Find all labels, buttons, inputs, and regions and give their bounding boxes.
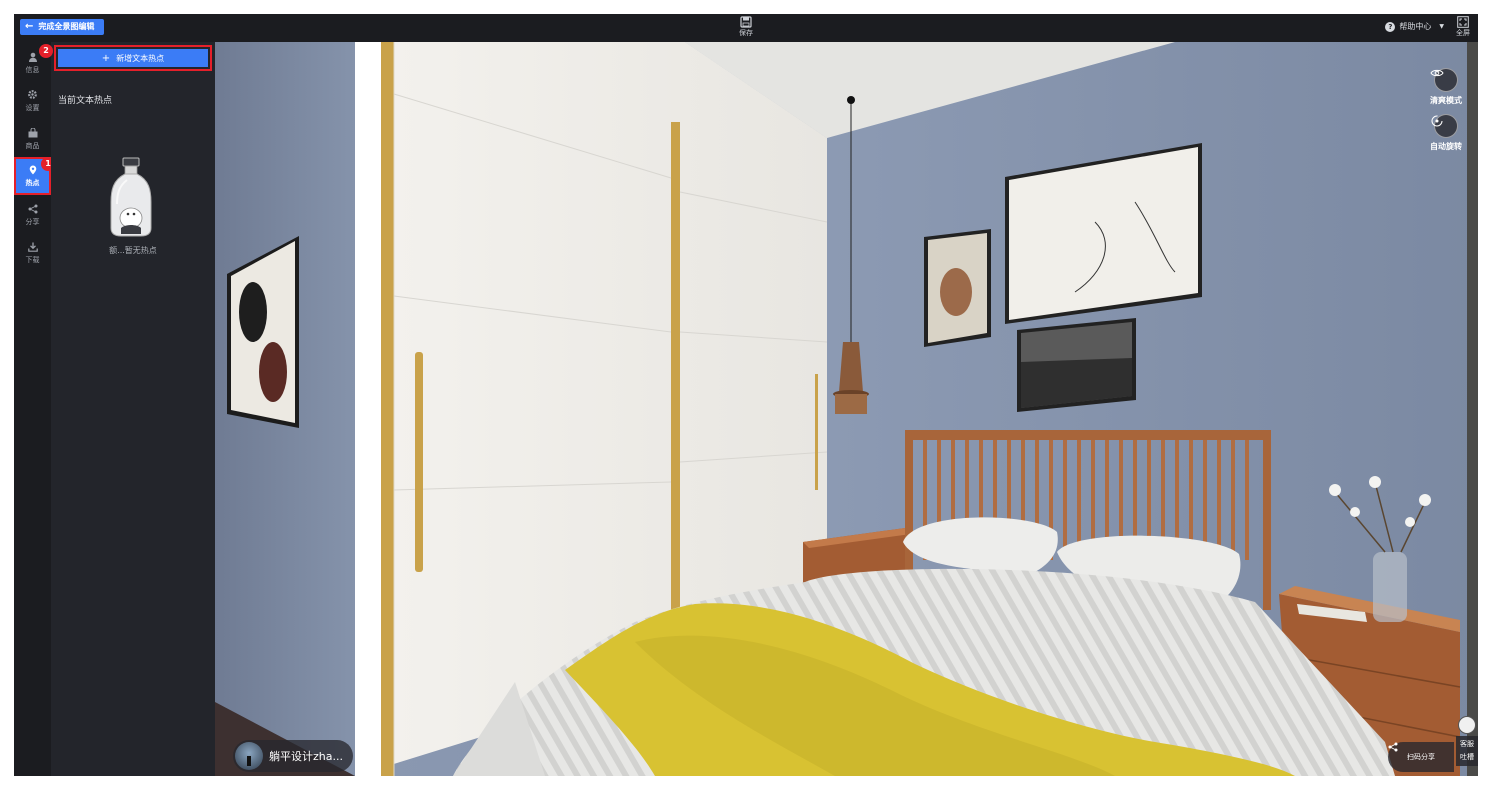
scan-share-label: 扫码分享 xyxy=(1407,753,1435,761)
sidebar-item-settings[interactable]: 设置 xyxy=(16,84,49,118)
app-window: ← 完成全景图编辑 保存 ? 帮助中心 ▼ 全屏 信息 设置 商品 热点 分享 … xyxy=(14,14,1478,776)
step-badge-2: 2 xyxy=(39,44,53,58)
add-text-hotspot-button[interactable]: + 新增文本热点 xyxy=(58,49,208,67)
sidebar-item-label: 设置 xyxy=(25,104,40,112)
help-center-button[interactable]: ? 帮助中心 ▼ xyxy=(1385,21,1444,32)
finish-edit-button[interactable]: ← 完成全景图编辑 xyxy=(20,19,105,35)
location-pin-icon xyxy=(29,165,36,174)
sidebar-item-label: 信息 xyxy=(25,65,40,74)
sidebar-item-label: 热点 xyxy=(25,178,40,187)
arrow-left-icon: ← xyxy=(25,21,34,32)
scan-share-button[interactable]: 扫码分享 xyxy=(1388,742,1454,772)
fullscreen-button[interactable]: 全屏 xyxy=(1454,16,1472,40)
add-text-hotspot-label: 新增文本热点 xyxy=(116,53,165,63)
author-name: 躺平设计zha... xyxy=(269,750,343,763)
customer-service-widget[interactable]: 客服 吐槽 xyxy=(1456,716,1478,774)
feedback-label[interactable]: 吐槽 xyxy=(1456,751,1478,764)
empty-bottle-illustration xyxy=(110,157,152,237)
download-icon xyxy=(27,242,38,252)
save-button[interactable]: 保存 xyxy=(732,16,760,40)
share-icon xyxy=(28,204,37,213)
auto-rotate-button[interactable]: 自动旋转 xyxy=(1430,114,1462,152)
hotspot-panel: 2 + 新增文本热点 当前文本热点 额...暂无热点 xyxy=(39,42,215,776)
icon-sidebar: 信息 设置 商品 热点 分享 下载 1 xyxy=(14,42,55,776)
share-icon xyxy=(1388,742,1398,752)
fullscreen-icon xyxy=(1457,16,1469,28)
sidebar-item-label: 商品 xyxy=(25,141,40,150)
author-card[interactable]: 躺平设计zha... xyxy=(233,740,353,772)
service-labels: 客服 吐槽 xyxy=(1456,736,1478,766)
help-center-label: 帮助中心 xyxy=(1399,22,1432,31)
top-bar: ← 完成全景图编辑 保存 ? 帮助中心 ▼ 全屏 xyxy=(14,14,1478,42)
eye-icon xyxy=(1430,68,1458,92)
add-hotspot-highlight: + 新增文本热点 xyxy=(54,45,212,71)
auto-rotate-label: 自动旋转 xyxy=(1430,142,1462,151)
sidebar-item-download[interactable]: 下载 xyxy=(16,236,49,270)
clear-mode-label: 清爽模式 xyxy=(1430,96,1462,105)
gear-icon xyxy=(28,90,37,99)
service-label[interactable]: 客服 xyxy=(1456,738,1478,751)
caret-down-icon: ▼ xyxy=(1439,23,1444,30)
sidebar-item-label: 下载 xyxy=(25,255,40,264)
empty-hotspot-text: 额...暂无热点 xyxy=(109,246,157,255)
question-icon: ? xyxy=(1385,21,1396,32)
sidebar-item-share[interactable]: 分享 xyxy=(16,198,49,232)
sidebar-item-label: 分享 xyxy=(25,217,40,226)
user-icon xyxy=(28,52,37,62)
panorama-viewer[interactable]: 清爽模式 自动旋转 躺平设计zha... 扫码分享 客服 吐槽 xyxy=(215,42,1478,776)
rotate-icon xyxy=(1431,114,1458,138)
fullscreen-label: 全屏 xyxy=(1456,29,1470,37)
finish-edit-label: 完成全景图编辑 xyxy=(38,22,95,31)
save-icon xyxy=(740,16,752,28)
author-avatar xyxy=(235,742,263,770)
save-label: 保存 xyxy=(739,29,753,37)
sidebar-item-products[interactable]: 商品 xyxy=(16,122,49,156)
plus-icon: + xyxy=(101,52,111,64)
bag-icon xyxy=(28,127,37,137)
bedroom-scene xyxy=(215,42,1478,776)
current-hotspots-title: 当前文本热点 xyxy=(58,96,113,106)
clear-mode-button[interactable]: 清爽模式 xyxy=(1430,68,1462,106)
robot-icon xyxy=(1458,716,1476,734)
